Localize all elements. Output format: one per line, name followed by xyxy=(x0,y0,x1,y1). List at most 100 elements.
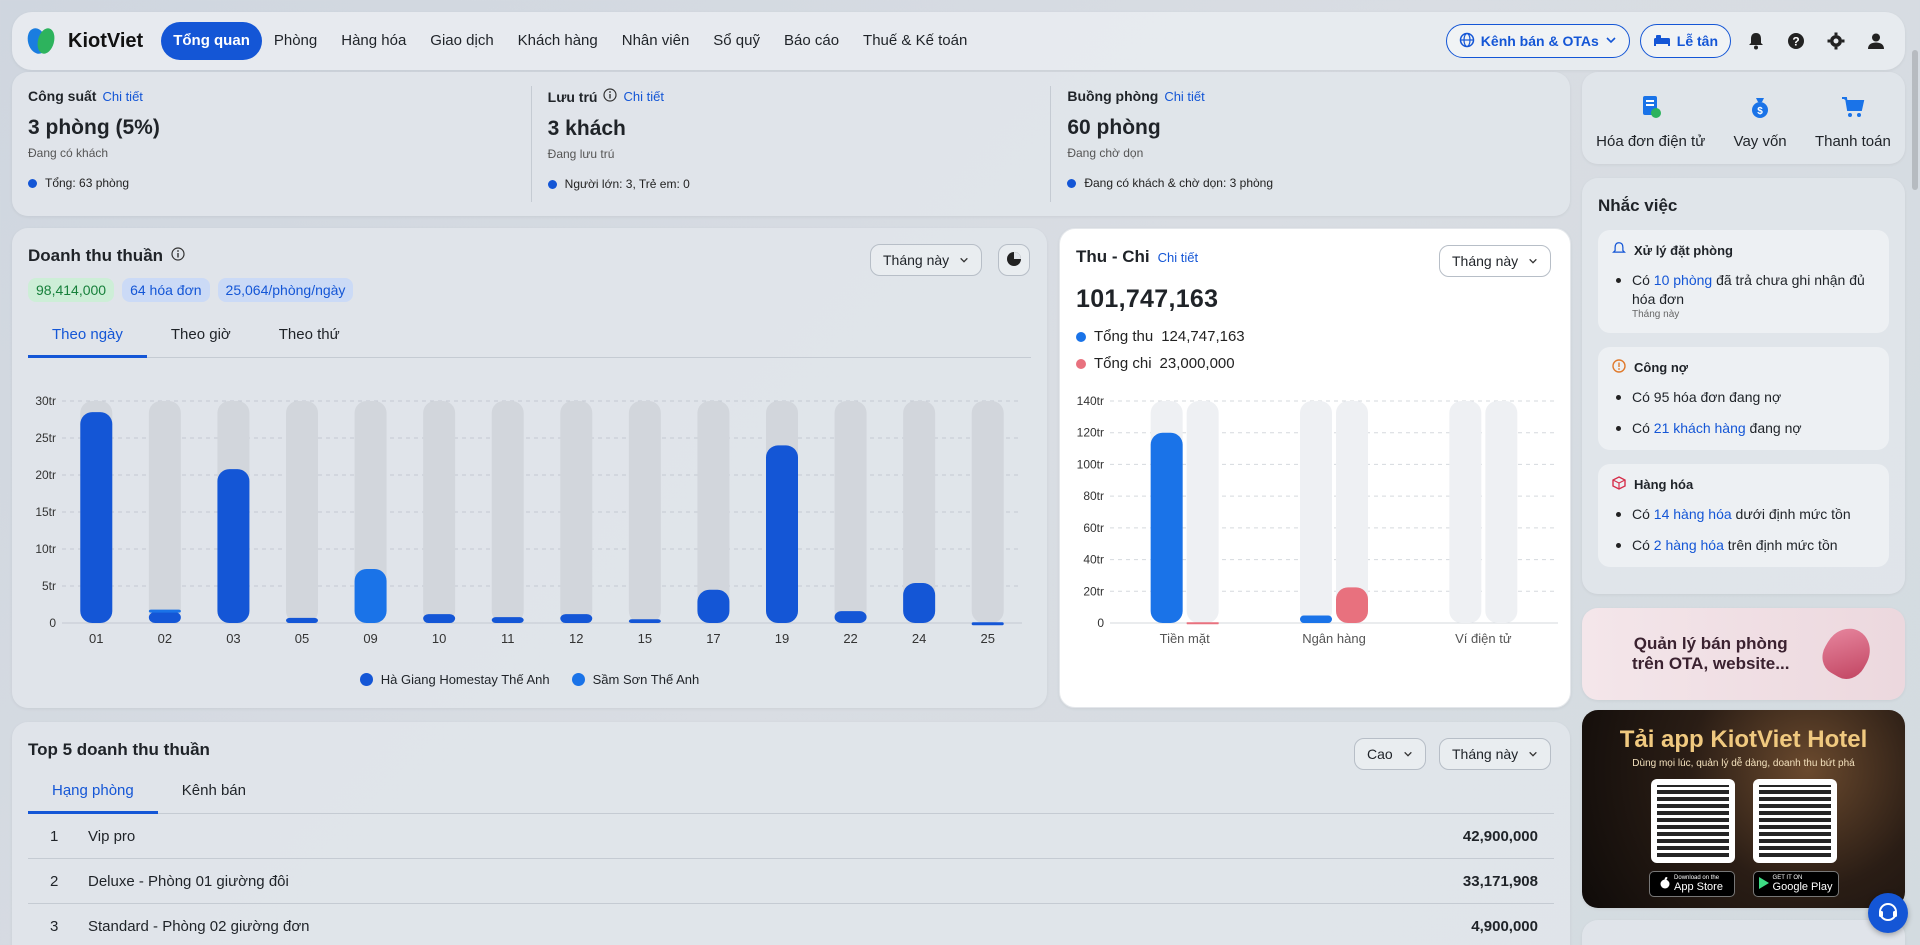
bar-income xyxy=(1300,615,1332,623)
low-stock-link[interactable]: 14 hàng hóa xyxy=(1654,506,1732,522)
info-icon[interactable] xyxy=(603,88,618,105)
gear-icon[interactable] xyxy=(1821,26,1851,56)
bar-series1 xyxy=(560,614,593,623)
nav-item-customers[interactable]: Khách hàng xyxy=(506,22,610,60)
reminder-debt-title: Công nợ xyxy=(1634,360,1689,375)
table-row[interactable]: 3 Standard - Phòng 02 giường đơn 4,900,000 xyxy=(28,904,1554,945)
revenue-period-select[interactable]: Tháng này xyxy=(870,244,983,276)
row-rank: 3 xyxy=(50,917,59,935)
brand-name: KiotViet xyxy=(68,29,144,52)
x-tick-label: 22 xyxy=(843,631,857,646)
income-expense-title: Thu - Chi xyxy=(1076,247,1150,266)
row-name: Standard - Phòng 02 giường đơn xyxy=(88,917,310,935)
stay-detail-link[interactable]: Chi tiết xyxy=(623,89,663,104)
housekeeping-detail-link[interactable]: Chi tiết xyxy=(1164,89,1204,104)
ota-promo-banner[interactable]: Quản lý bán phòng trên OTA, website... xyxy=(1582,608,1905,700)
top-navbar: KiotViet Tổng quan Phòng Hàng hóa Giao d… xyxy=(12,12,1905,70)
googleplay-badge[interactable]: GET IT ON Google Play xyxy=(1752,871,1839,897)
nav-item-staff[interactable]: Nhân viên xyxy=(610,22,702,60)
scroll-thumb[interactable] xyxy=(1912,50,1918,190)
appstore-badge[interactable]: Download on the App Store xyxy=(1648,871,1735,897)
y-tick-label: 30tr xyxy=(35,394,56,408)
googleplay-label: Google Play xyxy=(1772,881,1833,893)
help-icon[interactable]: ? xyxy=(1781,26,1811,56)
income-expense-period-select[interactable]: Tháng này xyxy=(1439,245,1552,277)
bar-background xyxy=(148,401,181,623)
stay-card: Lưu trú Chi tiết 3 khách Đang lưu trú Ng… xyxy=(530,86,1051,202)
bar-series1 xyxy=(766,445,798,623)
nav-item-tax[interactable]: Thuế & Kế toán xyxy=(851,22,979,60)
legend-dot xyxy=(571,673,585,686)
nav-item-goods[interactable]: Hàng hóa xyxy=(329,22,418,60)
bar-background xyxy=(491,401,524,623)
debtor-customers-link[interactable]: 21 khách hàng xyxy=(1654,420,1746,436)
top5-sort-select[interactable]: Cao xyxy=(1354,738,1426,770)
over-stock-link[interactable]: 2 hàng hóa xyxy=(1654,537,1724,553)
unbilled-rooms-link[interactable]: 10 phòng xyxy=(1654,272,1712,288)
top5-period-select[interactable]: Tháng này xyxy=(1439,738,1552,770)
capacity-title: Công suất xyxy=(28,88,97,104)
next-widget-card xyxy=(1582,920,1905,945)
tab-sales-channel[interactable]: Kênh bán xyxy=(158,774,270,813)
tab-by-day[interactable]: Theo ngày xyxy=(28,318,147,358)
quick-label: Vay vốn xyxy=(1733,133,1787,150)
bell-icon[interactable] xyxy=(1741,26,1771,56)
bullet-dot xyxy=(547,179,557,189)
summary-panel: Công suất Chi tiết 3 phòng (5%) Đang có k… xyxy=(12,72,1570,216)
payment-button[interactable]: Thanh toán xyxy=(1815,95,1891,150)
nav-item-overview[interactable]: Tổng quan xyxy=(161,22,262,60)
y-tick-label: 10tr xyxy=(35,542,56,556)
channels-button[interactable]: Kênh bán & OTAs xyxy=(1445,24,1630,58)
bullet-dot xyxy=(1067,178,1077,188)
reminder-goods-item: Có 2 hàng hóa trên định mức tồn xyxy=(1612,536,1875,555)
table-row[interactable]: 2 Deluxe - Phòng 01 giường đôi 33,171,908 xyxy=(28,859,1554,904)
reminder-goods-item: Có 14 hàng hóa dưới định mức tồn xyxy=(1612,505,1875,524)
y-tick-label: 140tr xyxy=(1077,394,1104,408)
kiotviet-logo-icon xyxy=(24,24,60,58)
reminder-debt: Công nợ Có 95 hóa đơn đang nợ Có 21 khác… xyxy=(1598,347,1889,450)
capacity-value: 3 phòng (5%) xyxy=(28,116,160,139)
ota-promo-line1: Quản lý bán phòng xyxy=(1633,634,1788,653)
page-scrollbar[interactable] xyxy=(1910,0,1920,945)
row-value: 4,900,000 xyxy=(1471,917,1538,935)
tab-room-class[interactable]: Hạng phòng xyxy=(28,774,158,814)
loan-button[interactable]: $ Vay vốn xyxy=(1734,95,1787,150)
income-expense-detail-link[interactable]: Chi tiết xyxy=(1158,250,1198,265)
text: trên định mức tồn xyxy=(1723,537,1838,553)
nav-item-transactions[interactable]: Giao dịch xyxy=(418,22,505,60)
bar-background xyxy=(971,401,1004,623)
reminder-panel: Nhắc việc Xử lý đặt phòng Có 10 phòng đã… xyxy=(1582,178,1905,594)
nav-item-reports[interactable]: Báo cáo xyxy=(772,22,851,60)
user-icon[interactable] xyxy=(1861,26,1891,56)
support-chat-button[interactable] xyxy=(1868,893,1908,933)
income-dot xyxy=(1076,331,1086,342)
row-rank: 1 xyxy=(50,827,59,845)
bar-series1 xyxy=(148,611,181,623)
x-tick-label: 05 xyxy=(295,631,309,646)
svg-text:?: ? xyxy=(1792,35,1799,49)
bar-income xyxy=(1150,432,1183,623)
top5-sort-value: Cao xyxy=(1367,746,1393,762)
nav-item-rooms[interactable]: Phòng xyxy=(262,22,329,60)
brand-logo[interactable]: KiotViet xyxy=(24,24,144,58)
pie-chart-icon xyxy=(1006,251,1022,270)
bar-series1 xyxy=(834,611,867,623)
chart-type-button[interactable] xyxy=(998,244,1030,276)
reminder-title: Nhắc việc xyxy=(1598,196,1678,215)
chevron-down-icon xyxy=(1605,33,1617,49)
top5-period-value: Tháng này xyxy=(1452,746,1519,762)
e-invoice-button[interactable]: Hóa đơn điện tử xyxy=(1596,95,1705,150)
x-tick-label: 11 xyxy=(501,631,515,646)
nav-item-cashbook[interactable]: Sổ quỹ xyxy=(701,22,772,60)
tab-by-hour[interactable]: Theo giờ xyxy=(147,318,255,357)
stay-guests: Người lớn: 3, Trẻ em: 0 xyxy=(564,177,690,191)
info-icon[interactable] xyxy=(171,246,185,266)
tab-by-weekday[interactable]: Theo thứ xyxy=(255,318,364,357)
x-tick-label: 10 xyxy=(432,631,446,646)
row-value: 42,900,000 xyxy=(1462,827,1538,845)
table-row[interactable]: 1 Vip pro 42,900,000 xyxy=(28,814,1554,859)
text: Có xyxy=(1632,420,1654,436)
capacity-detail-link[interactable]: Chi tiết xyxy=(102,89,142,104)
reception-button[interactable]: Lễ tân xyxy=(1639,24,1731,58)
y-tick-label: 0 xyxy=(49,616,56,630)
